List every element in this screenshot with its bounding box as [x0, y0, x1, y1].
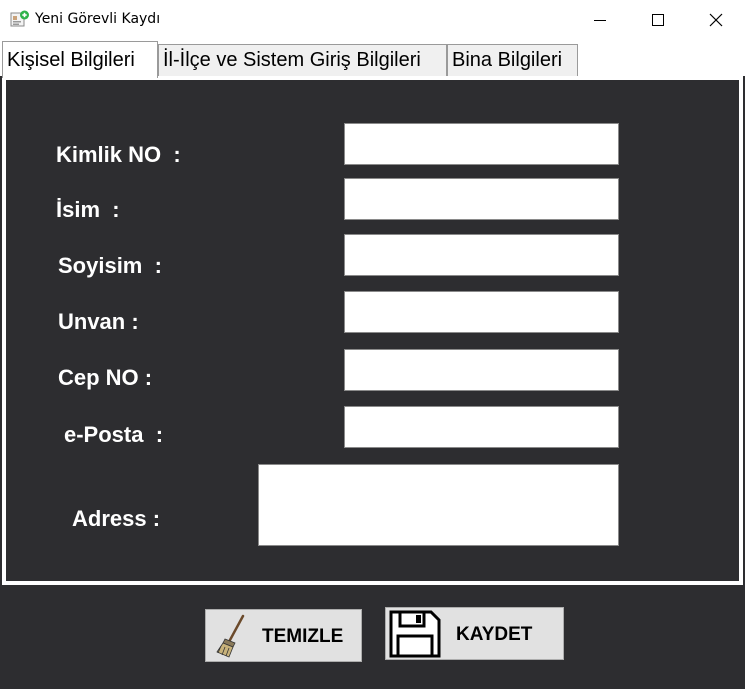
- broom-icon: [215, 614, 249, 663]
- minimize-button[interactable]: [571, 0, 629, 39]
- maximize-icon: [652, 13, 664, 26]
- cep-no-label: Cep NO :: [58, 365, 153, 390]
- kaydet-button[interactable]: KAYDET: [385, 607, 564, 660]
- floppy-disk-icon: [389, 610, 441, 663]
- unvan-label: Unvan :: [58, 309, 139, 334]
- form-area: Kimlik NO : İsim : Soyisim : Unvan : Cep…: [6, 80, 739, 581]
- unvan-input[interactable]: [344, 291, 619, 333]
- temizle-label: TEMIZLE: [262, 626, 344, 647]
- kimlik-no-label: Kimlik NO :: [56, 142, 181, 167]
- cep-no-input[interactable]: [344, 349, 619, 391]
- soyisim-input[interactable]: [344, 234, 619, 276]
- window: Yeni Görevli Kaydı Kişisel Bilgileri İl-…: [0, 0, 745, 689]
- tab-kisisel-bilgileri[interactable]: Kişisel Bilgileri: [2, 41, 158, 78]
- user-add-icon: [10, 10, 30, 28]
- maximize-button[interactable]: [629, 0, 687, 39]
- tab-il-ilce-sistem-giris[interactable]: İl-İlçe ve Sistem Giriş Bilgileri: [158, 44, 447, 76]
- isim-input[interactable]: [344, 178, 619, 220]
- soyisim-label: Soyisim :: [58, 253, 162, 278]
- close-button[interactable]: [687, 0, 745, 39]
- adres-textarea[interactable]: [258, 464, 619, 546]
- e-posta-label: e-Posta :: [64, 422, 164, 447]
- tab-panel: Kimlik NO : İsim : Soyisim : Unvan : Cep…: [2, 76, 743, 585]
- minimize-icon: [594, 19, 606, 21]
- e-posta-input[interactable]: [344, 406, 619, 448]
- kimlik-no-input[interactable]: [344, 123, 619, 165]
- window-title: Yeni Görevli Kaydı: [35, 11, 161, 27]
- temizle-button[interactable]: TEMIZLE: [205, 609, 362, 662]
- tab-bina-bilgileri[interactable]: Bina Bilgileri: [447, 44, 578, 76]
- close-icon: [709, 13, 723, 26]
- adres-label: Adress :: [72, 506, 161, 531]
- kaydet-label: KAYDET: [456, 624, 533, 645]
- title-bar: Yeni Görevli Kaydı: [0, 0, 745, 39]
- isim-label: İsim :: [56, 197, 120, 222]
